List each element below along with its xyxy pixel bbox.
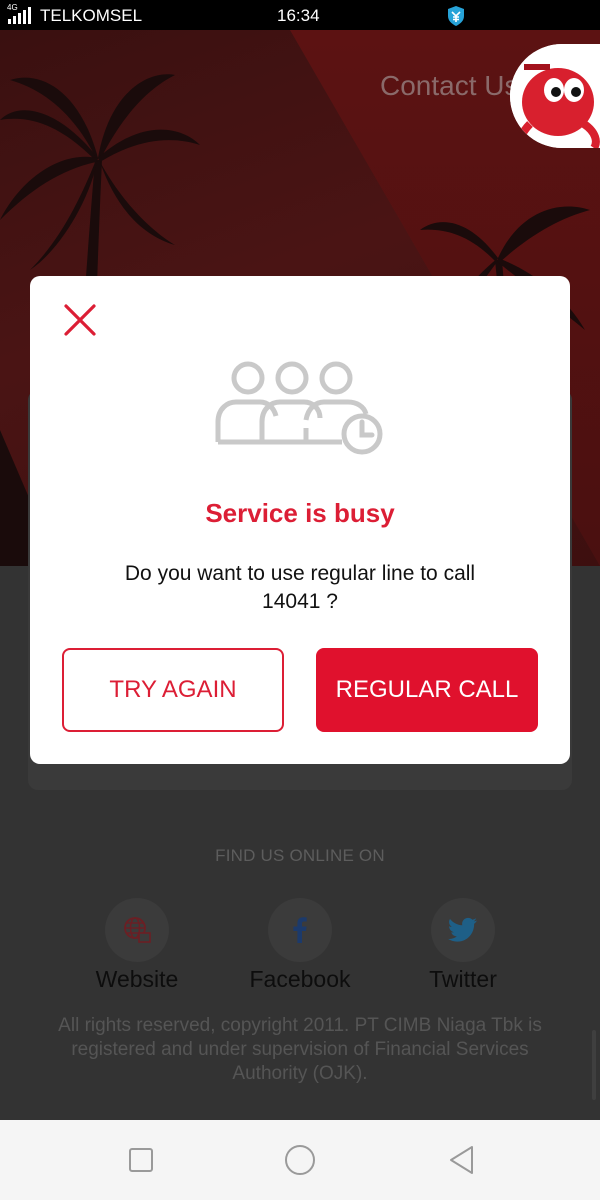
social-facebook-label: Facebook [249,966,351,992]
close-button[interactable] [60,300,100,340]
service-busy-dialog: Service is busy Do you want to use regul… [30,276,570,764]
find-us-label: FIND US ONLINE ON [215,846,385,865]
social-website-label: Website [95,966,179,992]
try-again-button[interactable]: TRY AGAIN [62,648,284,732]
globe-icon [124,917,151,943]
recent-apps-button[interactable] [125,1144,157,1176]
regular-call-button[interactable]: REGULAR CALL [316,648,538,732]
square-icon [129,1148,153,1172]
home-button[interactable] [284,1144,316,1176]
social-twitter-label: Twitter [429,966,497,992]
shield-icon [448,6,464,26]
twitter-icon [448,917,477,942]
social-twitter[interactable]: Twitter [388,898,538,993]
back-button[interactable] [446,1144,478,1176]
close-icon [64,304,96,336]
social-facebook[interactable]: Facebook [225,898,375,993]
dialog-title: Service is busy [205,498,395,528]
status-time: 16:34 [277,6,320,25]
circle-icon [285,1145,315,1175]
scrollbar[interactable] [592,1030,596,1100]
system-nav-bar [0,1120,600,1200]
copyright-text: All rights reserved, copyright 2011. PT … [58,1015,542,1084]
busy-queue-icon [215,361,383,455]
signal-icon [8,7,31,24]
facebook-icon [293,917,307,943]
page-title: Contact Us [380,70,519,101]
back-triangle-icon [450,1146,473,1174]
carrier-name: TELKOMSEL [40,6,143,25]
dialog-message: Do you want to use regular line to call … [124,562,476,613]
status-bar: 4G TELKOMSEL 16:34 [0,0,600,30]
social-website[interactable]: Website [62,898,212,993]
